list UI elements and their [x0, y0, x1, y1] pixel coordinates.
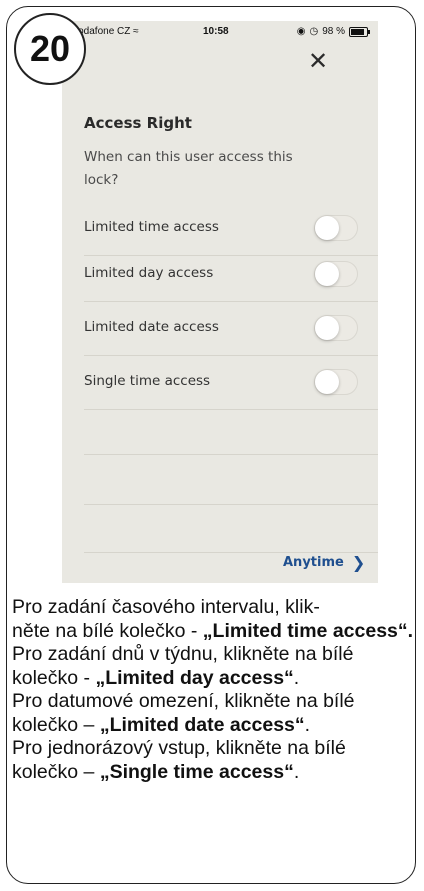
location-icon: ◉ — [296, 26, 306, 37]
anytime-link[interactable]: Anytime ❯ — [283, 553, 365, 572]
option-row-single-time: Single time access — [84, 356, 378, 410]
instruction-bold: „Limited day access“ — [95, 666, 294, 689]
battery-icon — [349, 26, 370, 37]
instructions-text: Pro zadání časového intervalu, klik-něte… — [12, 596, 416, 784]
option-label: Limited date access — [84, 319, 219, 335]
status-time: 10:58 — [203, 26, 229, 37]
limited-time-toggle[interactable] — [314, 215, 358, 241]
instruction-paragraph: Pro zadání časového intervalu, klik-něte… — [12, 596, 416, 643]
instruction-tail: . — [293, 666, 300, 689]
step-number-badge: 20 — [14, 13, 86, 85]
close-icon[interactable]: ✕ — [306, 49, 330, 73]
list-divider — [84, 454, 378, 455]
single-time-toggle[interactable] — [314, 369, 358, 395]
chevron-right-icon: ❯ — [351, 553, 366, 572]
status-right: ◉ ◷ 98 % — [296, 26, 370, 37]
wifi-icon: ≈ — [133, 26, 139, 37]
alarm-icon: ◷ — [309, 26, 319, 37]
toggle-knob — [315, 262, 339, 286]
instruction-bold: „Single time access“ — [99, 760, 294, 783]
panel-subtitle: When can this user access this lock? — [84, 149, 293, 188]
panel-title: Access Right — [84, 114, 192, 132]
instruction-bold: „Limited time access“. — [202, 619, 414, 642]
instruction-tail: . — [293, 760, 300, 783]
instruction-bold: „Limited date access“ — [99, 713, 305, 736]
battery-percent: 98 % — [322, 26, 345, 37]
toggle-knob — [315, 316, 339, 340]
limited-date-toggle[interactable] — [314, 315, 358, 341]
option-label: Limited day access — [84, 265, 214, 281]
list-divider — [84, 504, 378, 505]
option-row-limited-date: Limited date access — [84, 302, 378, 356]
option-label: Single time access — [84, 373, 211, 389]
toggle-knob — [315, 370, 339, 394]
toggle-knob — [315, 216, 339, 240]
instruction-paragraph: Pro jednorázový vstup, klikněte na bílé … — [12, 737, 416, 784]
status-bar: Vodafone CZ ≈ 10:58 ◉ ◷ 98 % — [62, 21, 378, 43]
anytime-label: Anytime — [283, 555, 344, 570]
option-row-limited-day: Limited day access — [84, 248, 378, 302]
limited-day-toggle[interactable] — [314, 261, 358, 287]
option-label: Limited time access — [84, 219, 219, 235]
instruction-paragraph: Pro datumové omezení, klikněte na bílé k… — [12, 690, 416, 737]
instruction-tail: . — [304, 713, 311, 736]
instruction-paragraph: Pro zadání dnů v týdnu, klikněte na bílé… — [12, 643, 416, 690]
